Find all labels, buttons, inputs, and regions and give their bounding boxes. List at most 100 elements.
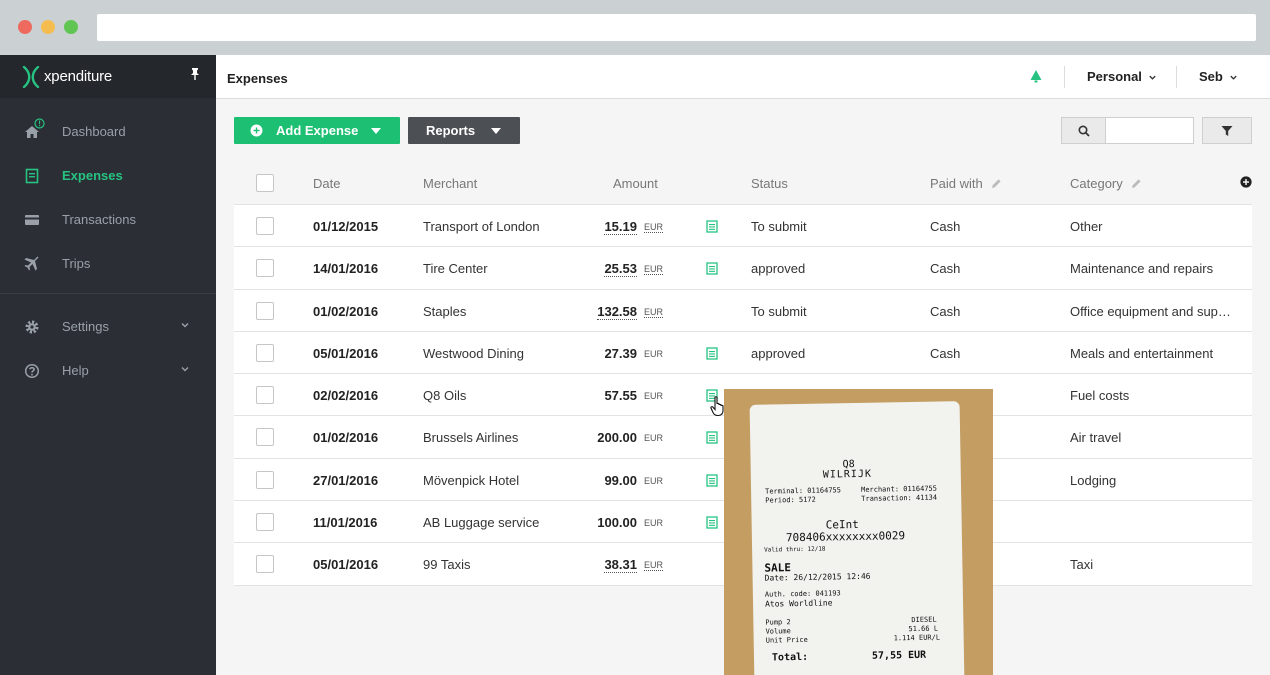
column-header-status[interactable]: Status xyxy=(751,176,788,191)
receipt-attached-icon[interactable] xyxy=(706,431,718,445)
row-checkbox[interactable] xyxy=(256,301,274,320)
row-checkbox[interactable] xyxy=(256,428,274,447)
divider xyxy=(1176,66,1177,88)
pencil-icon[interactable] xyxy=(991,178,1002,189)
row-checkbox[interactable] xyxy=(256,259,274,278)
table-row[interactable]: 14/01/2016 Tire Center 25.53 EUR approve… xyxy=(234,247,1252,290)
add-expense-button[interactable]: Add Expense xyxy=(234,117,400,144)
column-header-paid-with[interactable]: Paid with xyxy=(930,176,1002,191)
row-category: Fuel costs xyxy=(1070,388,1130,404)
sidebar-item-settings[interactable]: Settings xyxy=(0,305,216,349)
column-header-category[interactable]: Category xyxy=(1070,176,1142,191)
help-icon xyxy=(24,363,40,379)
bell-icon[interactable] xyxy=(1029,69,1043,83)
row-currency: EUR xyxy=(644,560,664,572)
receipt-transaction: Transaction: 41134 xyxy=(861,493,938,503)
address-bar[interactable] xyxy=(97,14,1256,41)
row-amount[interactable]: 15.19 xyxy=(604,219,637,235)
notification-badge-icon xyxy=(34,118,45,129)
caret-down-icon[interactable] xyxy=(371,128,381,134)
reports-button[interactable]: Reports xyxy=(408,117,520,144)
row-category: Maintenance and repairs xyxy=(1070,261,1214,277)
column-header-label: Paid with xyxy=(930,176,983,191)
receipt-attached-icon[interactable] xyxy=(706,347,718,360)
add-column-icon[interactable] xyxy=(1240,176,1252,188)
row-date: 05/01/2016 xyxy=(313,345,379,361)
row-checkbox[interactable] xyxy=(256,555,274,574)
pencil-icon[interactable] xyxy=(1131,178,1142,189)
row-amount[interactable]: 132.58 xyxy=(597,304,637,320)
row-merchant: Transport of London xyxy=(423,219,540,234)
select-all-checkbox[interactable] xyxy=(256,174,274,192)
row-checkbox[interactable] xyxy=(256,470,274,489)
receipt-attached-icon[interactable] xyxy=(706,262,718,275)
row-date: 11/01/2016 xyxy=(313,515,378,531)
filter-icon xyxy=(1221,126,1233,136)
column-header-amount[interactable]: Amount xyxy=(613,176,658,191)
receipt-date: Date: 26/12/2015 12:46 xyxy=(764,571,871,583)
chevron-down-icon xyxy=(181,323,189,328)
column-header-merchant[interactable]: Merchant xyxy=(423,176,477,191)
filter-button[interactable] xyxy=(1202,117,1252,144)
row-checkbox[interactable] xyxy=(256,217,274,235)
chevron-down-icon xyxy=(1149,75,1156,80)
caret-down-icon[interactable] xyxy=(491,128,501,134)
receipt-valid-thru: Valid thru: 12/18 xyxy=(764,545,826,554)
browser-chrome xyxy=(0,0,1270,55)
sidebar-item-expenses[interactable]: Expenses xyxy=(0,154,216,198)
receipt-attached-icon[interactable] xyxy=(706,220,718,233)
table-row[interactable]: 05/01/2016 Westwood Dining 27.39 EUR app… xyxy=(234,331,1252,375)
row-date: 27/01/2016 xyxy=(313,472,379,488)
sidebar-item-help[interactable]: Help xyxy=(0,349,216,393)
chevron-down-icon xyxy=(181,367,189,372)
sidebar: xpenditure Dashboard Expenses Transactio xyxy=(0,55,216,675)
row-merchant: Mövenpick Hotel xyxy=(423,472,520,488)
row-merchant: Brussels Airlines xyxy=(423,430,519,446)
row-currency: EUR xyxy=(644,518,664,529)
sidebar-item-trips[interactable]: Trips xyxy=(0,242,216,286)
sidebar-item-transactions[interactable]: Transactions xyxy=(0,198,216,242)
row-paid-with: Cash xyxy=(930,345,961,361)
row-merchant: Westwood Dining xyxy=(423,345,524,361)
sidebar-item-dashboard[interactable]: Dashboard xyxy=(0,110,216,154)
sidebar-item-label: Settings xyxy=(62,319,109,334)
reports-label: Reports xyxy=(426,123,476,138)
row-amount: 57.55 xyxy=(604,388,637,404)
search-input[interactable] xyxy=(1105,117,1194,144)
row-date: 01/02/2016 xyxy=(313,303,379,319)
account-dropdown[interactable]: Personal xyxy=(1087,69,1157,84)
row-checkbox[interactable] xyxy=(256,513,274,532)
window-maximize-button[interactable] xyxy=(64,20,78,34)
row-category: Meals and entertainment xyxy=(1070,345,1214,361)
search-button[interactable] xyxy=(1061,117,1106,144)
receipt-card-number: 708406xxxxxxxx0029 xyxy=(785,529,906,545)
user-dropdown[interactable]: Seb xyxy=(1199,69,1238,84)
row-checkbox[interactable] xyxy=(256,343,274,362)
receipt-attached-icon[interactable] xyxy=(706,516,718,529)
table-row[interactable]: 01/02/2016 Staples 132.58 EUR To submit … xyxy=(234,289,1252,332)
pin-icon[interactable] xyxy=(190,68,200,80)
table-row[interactable]: 01/12/2015 Transport of London 15.19 EUR… xyxy=(234,205,1252,248)
receipt-provider: Atos Worldline xyxy=(764,598,833,609)
row-paid-with: Cash xyxy=(930,303,961,319)
receipt-attached-icon[interactable] xyxy=(706,474,718,487)
receipt-terminal: Terminal: 01164755 xyxy=(765,486,842,496)
row-amount[interactable]: 38.31 xyxy=(604,557,637,574)
row-category: Taxi xyxy=(1070,557,1094,573)
row-merchant: Tire Center xyxy=(423,261,488,277)
sidebar-item-label: Help xyxy=(62,363,89,378)
receipt-unit-price-value: 1.114 EUR/L xyxy=(893,633,941,643)
column-header-date[interactable]: Date xyxy=(313,176,340,191)
window-minimize-button[interactable] xyxy=(41,20,55,34)
top-bar: Expenses Personal Seb xyxy=(216,55,1270,99)
row-currency: EUR xyxy=(644,433,664,444)
row-amount[interactable]: 25.53 xyxy=(604,261,637,278)
receipt-volume-value: 51.66 L xyxy=(908,624,939,634)
window-close-button[interactable] xyxy=(18,20,32,34)
row-date: 05/01/2016 xyxy=(313,557,379,573)
receipt-icon xyxy=(25,168,39,184)
row-merchant: 99 Taxis xyxy=(423,557,471,573)
row-date: 14/01/2016 xyxy=(313,261,379,277)
row-checkbox[interactable] xyxy=(256,386,274,405)
receipt-paper: Q8 WILRIJK Terminal: 01164755 Merchant: … xyxy=(749,401,965,675)
